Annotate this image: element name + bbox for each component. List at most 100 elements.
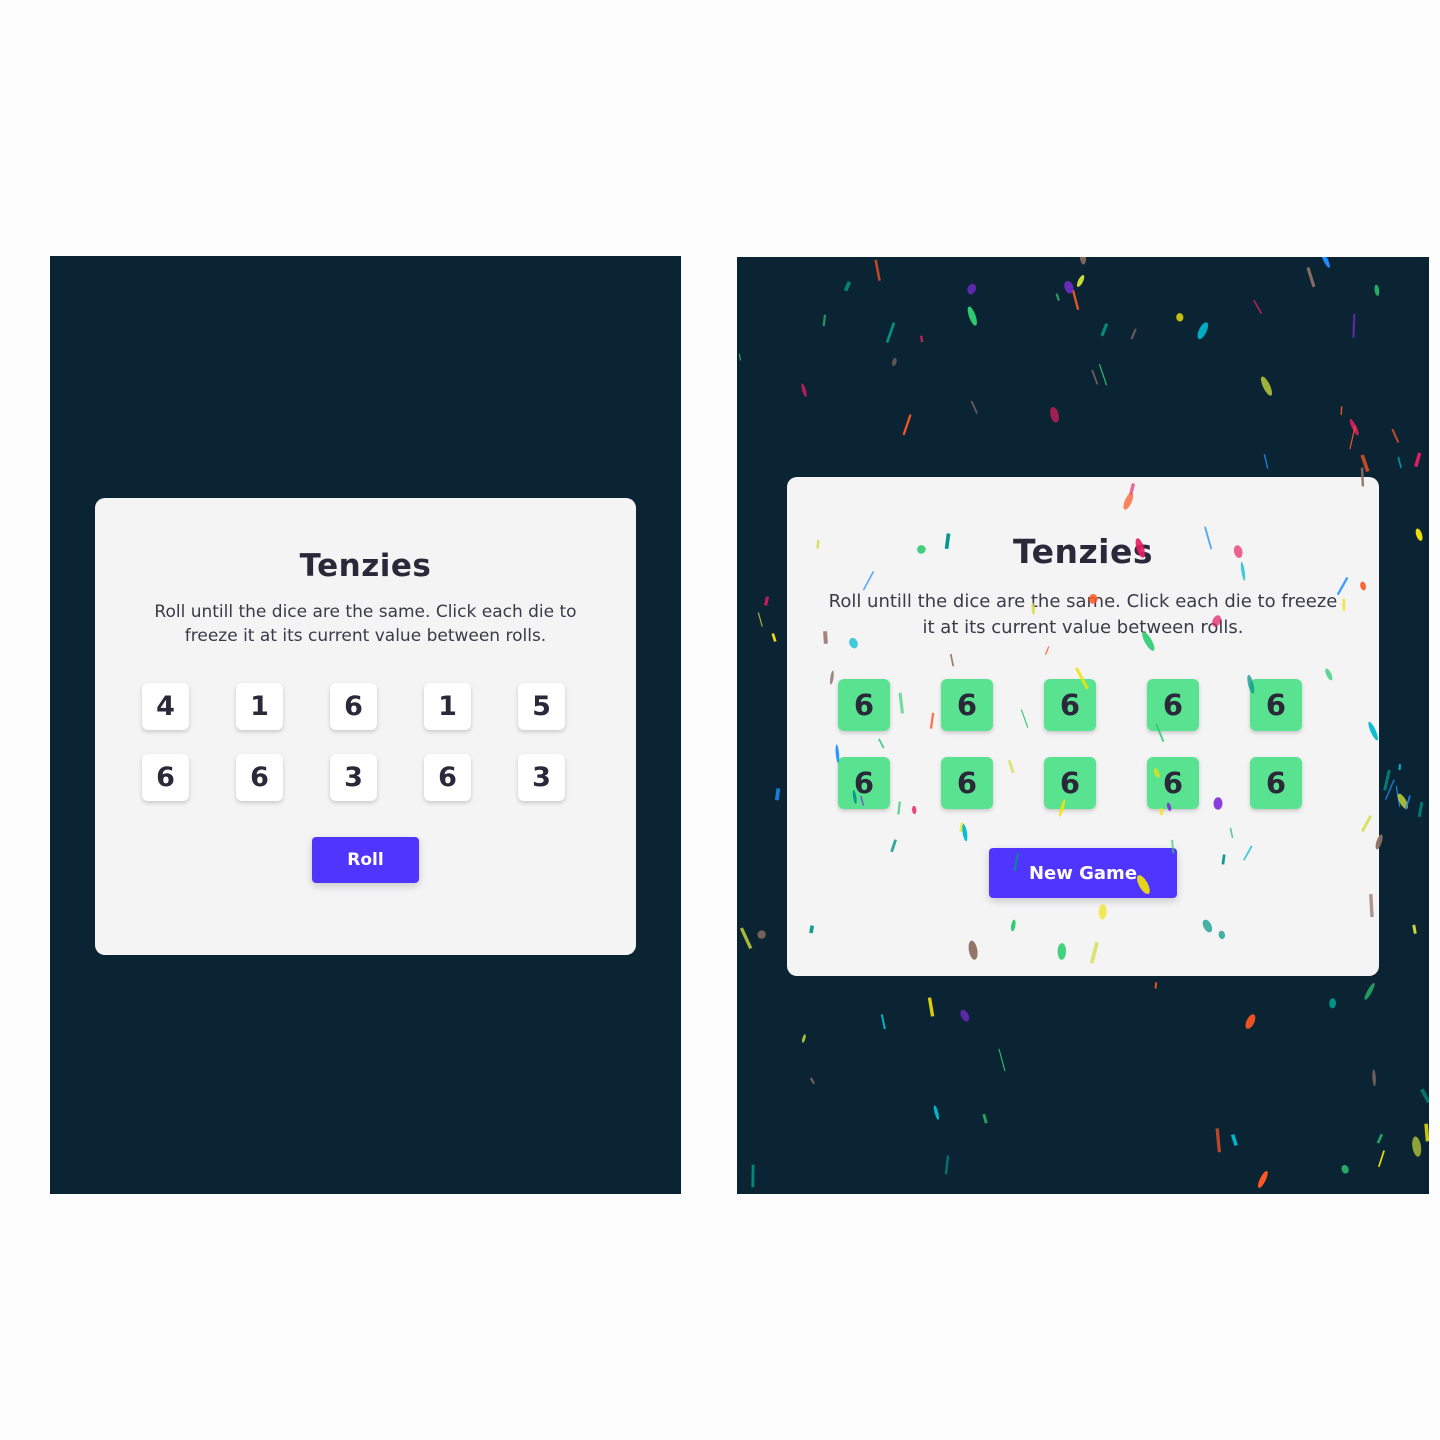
die-held[interactable]: 6 <box>941 757 993 809</box>
confetti-piece <box>1320 257 1330 268</box>
confetti-piece <box>1098 364 1108 386</box>
confetti-piece <box>1391 428 1400 443</box>
confetti-piece <box>1377 1150 1385 1168</box>
confetti-piece <box>1197 322 1209 340</box>
game-screen-won: Tenzies Roll untill the dice are the sam… <box>737 257 1429 1194</box>
confetti-piece <box>1258 1170 1268 1188</box>
die-held[interactable]: 6 <box>941 679 993 731</box>
confetti-piece <box>1154 982 1158 989</box>
confetti-piece <box>771 633 777 642</box>
die-held[interactable]: 6 <box>1044 679 1096 731</box>
die[interactable]: 4 <box>142 683 189 730</box>
confetti-piece <box>1397 793 1408 809</box>
confetti-piece <box>927 997 935 1017</box>
die-held[interactable]: 6 <box>1250 679 1302 731</box>
confetti-piece <box>1360 454 1370 473</box>
confetti-piece <box>1091 369 1099 385</box>
game-instructions: Roll untill the dice are the same. Click… <box>828 591 1338 638</box>
game-title: Tenzies <box>299 548 432 584</box>
confetti-piece <box>738 353 742 361</box>
confetti-piece <box>1176 313 1184 322</box>
roll-button[interactable]: Roll <box>312 837 419 883</box>
die-held[interactable]: 6 <box>1250 757 1302 809</box>
confetti-piece <box>1395 786 1401 807</box>
confetti-piece <box>1329 998 1337 1009</box>
confetti-piece <box>1412 924 1417 934</box>
die[interactable]: 6 <box>424 754 471 801</box>
die-held[interactable]: 6 <box>1147 757 1199 809</box>
confetti-piece <box>1076 274 1085 288</box>
confetti-piece <box>960 1009 970 1022</box>
confetti-piece <box>1064 280 1074 294</box>
confetti-piece <box>1253 299 1263 314</box>
confetti-piece <box>1397 456 1402 469</box>
die[interactable]: 6 <box>236 754 283 801</box>
confetti-piece <box>1352 313 1356 338</box>
confetti-piece <box>774 788 781 801</box>
confetti-piece <box>1364 983 1375 1000</box>
die[interactable]: 3 <box>518 754 565 801</box>
confetti-piece <box>1055 293 1060 301</box>
confetti-piece <box>1306 266 1316 288</box>
confetti-piece <box>739 927 753 950</box>
confetti-piece <box>1372 1069 1376 1087</box>
confetti-piece <box>885 322 896 343</box>
confetti-piece <box>920 335 924 343</box>
confetti-piece <box>1412 1136 1422 1157</box>
confetti-piece <box>1420 1088 1429 1104</box>
confetti-piece <box>1340 406 1343 415</box>
die-held[interactable]: 6 <box>838 679 890 731</box>
confetti-piece <box>970 400 978 414</box>
die[interactable]: 1 <box>236 683 283 730</box>
confetti-piece <box>801 383 807 397</box>
confetti-piece <box>843 281 852 292</box>
dice-grid: 4 1 6 1 5 6 6 3 6 3 <box>142 683 565 801</box>
confetti-piece <box>1404 795 1411 810</box>
die[interactable]: 1 <box>424 683 471 730</box>
confetti-piece <box>1424 1123 1429 1142</box>
confetti-piece <box>822 314 827 327</box>
confetti-piece <box>1341 1165 1349 1174</box>
die[interactable]: 5 <box>518 683 565 730</box>
confetti-piece <box>1050 406 1059 423</box>
die[interactable]: 6 <box>330 683 377 730</box>
confetti-piece <box>1414 452 1422 468</box>
confetti-piece <box>1383 769 1391 791</box>
dice-grid: 6 6 6 6 6 6 6 6 6 6 <box>838 679 1302 809</box>
game-title: Tenzies <box>1012 532 1154 571</box>
confetti-piece <box>891 357 897 367</box>
die-held[interactable]: 6 <box>1147 679 1199 731</box>
confetti-piece <box>1374 284 1380 296</box>
die[interactable]: 6 <box>142 754 189 801</box>
game-card: Tenzies Roll untill the dice are the sam… <box>787 477 1379 976</box>
confetti-piece <box>944 1155 950 1175</box>
confetti-piece <box>1415 528 1423 541</box>
confetti-piece <box>757 612 763 627</box>
confetti-piece <box>1260 376 1273 396</box>
die-held[interactable]: 6 <box>838 757 890 809</box>
confetti-piece <box>1263 454 1269 469</box>
confetti-piece <box>763 596 770 606</box>
confetti-piece <box>1376 1133 1383 1144</box>
confetti-piece <box>1071 289 1080 311</box>
confetti-piece <box>1130 328 1137 340</box>
die[interactable]: 3 <box>330 754 377 801</box>
confetti-piece <box>1417 801 1424 818</box>
confetti-piece <box>880 1014 886 1030</box>
confetti-piece <box>1349 426 1356 450</box>
confetti-piece <box>933 1105 939 1120</box>
confetti-piece <box>998 1048 1006 1072</box>
new-game-button[interactable]: New Game <box>989 848 1177 898</box>
game-card: Tenzies Roll untill the dice are the sam… <box>95 498 636 955</box>
confetti-piece <box>874 259 881 281</box>
confetti-piece <box>1100 323 1109 337</box>
die-held[interactable]: 6 <box>1044 757 1096 809</box>
confetti-piece <box>1245 1014 1256 1029</box>
confetti-piece <box>1215 1128 1222 1153</box>
confetti-piece <box>1384 779 1395 800</box>
confetti-piece <box>1349 418 1359 436</box>
confetti-piece <box>1230 1134 1238 1147</box>
confetti-piece <box>809 1077 816 1085</box>
confetti-piece <box>1079 257 1087 265</box>
confetti-piece <box>1398 763 1402 771</box>
